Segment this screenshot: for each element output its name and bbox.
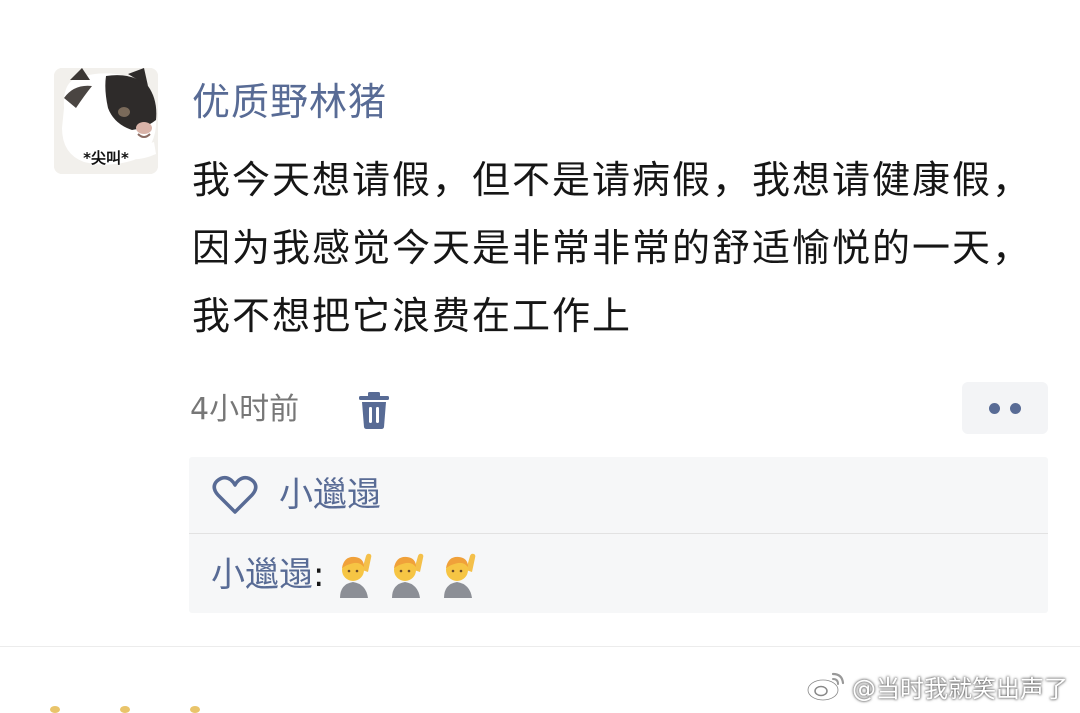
delete-button[interactable] <box>356 390 392 430</box>
weibo-icon <box>806 672 845 702</box>
post-timestamp: 4小时前 <box>190 392 300 427</box>
comment-author[interactable]: 小邋遢 <box>211 551 313 599</box>
heart-icon <box>212 476 258 514</box>
interaction-panel: 小邋遢 小邋遢 : <box>189 457 1048 613</box>
watermark: @当时我就笑出声了 <box>806 666 1068 706</box>
more-dots-icon <box>989 402 1000 414</box>
likes-row: 小邋遢 <box>189 457 1048 534</box>
watermark-text: @当时我就笑出声了 <box>852 674 1068 703</box>
comment-separator: : <box>313 555 325 595</box>
avatar[interactable]: *尖叫* <box>54 68 158 174</box>
section-divider <box>0 646 1080 647</box>
avatar-caption: *尖叫* <box>83 149 129 167</box>
person-raising-hand-emoji <box>340 553 372 598</box>
emoji-fragment <box>190 706 200 713</box>
emoji-fragment <box>120 706 130 713</box>
post-author-name[interactable]: 优质野林猪 <box>192 76 387 128</box>
person-raising-hand-emoji <box>444 553 476 598</box>
more-options-button[interactable] <box>962 382 1048 434</box>
next-post-preview <box>50 706 200 713</box>
liker-name[interactable]: 小邋遢 <box>279 471 381 519</box>
comment-item: 小邋遢 : <box>211 551 492 599</box>
post-text: 我今天想请假，但不是请病假，我想请健康假，因为我感觉今天是非常非常的舒适愉悦的一… <box>192 158 1033 338</box>
more-dots-icon <box>1010 402 1021 414</box>
trash-icon <box>359 392 389 429</box>
emoji-fragment <box>50 706 60 713</box>
person-raising-hand-emoji <box>392 553 424 598</box>
